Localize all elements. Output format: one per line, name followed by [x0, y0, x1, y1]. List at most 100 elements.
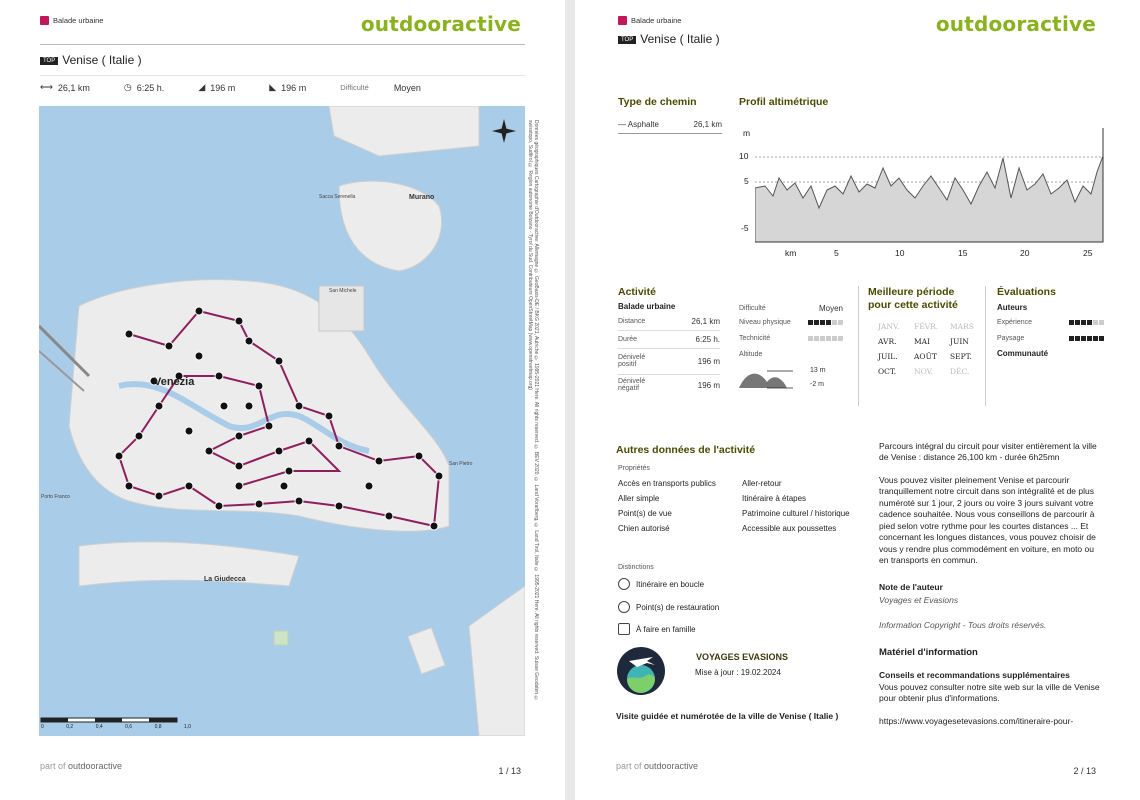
property-item: Accès en transports publics [618, 479, 716, 488]
page-title: TOP Venise ( Italie ) [40, 53, 142, 67]
rating-dot [832, 320, 837, 325]
altitude-max: 13 m [810, 367, 826, 374]
top-badge: TOP [40, 56, 59, 65]
organisation-name: VOYAGES EVASIONS [696, 652, 789, 662]
materiel-title: Matériel d'information [879, 647, 978, 658]
feature-restaurant: Point(s) de restauration [618, 601, 719, 613]
website-link[interactable]: https://www.voyagesetevasions.com/itiner… [879, 716, 1104, 727]
category-label: Balade urbaine [618, 16, 681, 25]
descent-icon: ◣ [269, 82, 277, 92]
rating-dot [1081, 336, 1086, 341]
rating-dot [820, 320, 825, 325]
top-badge: TOP [618, 35, 637, 44]
activity-row-ascent: Dénivelé positif 196 m [618, 354, 720, 368]
path-type-label: — Asphalte [618, 120, 659, 129]
altitude-icon [739, 370, 793, 389]
vertical-divider [985, 286, 986, 406]
page-title: TOP Venise ( Italie ) [618, 32, 720, 46]
property-item: Aller-retour [742, 479, 782, 488]
header-divider [40, 44, 525, 45]
physical-level-dots [808, 320, 843, 325]
profile-x-tick-15: 15 [958, 248, 968, 258]
map-label-porto-franco: Porto Franco [41, 494, 70, 500]
experience-row: Expérience [997, 319, 1104, 326]
ascent-icon: ◢ [198, 82, 206, 92]
profile-y-tick-neg5: -5 [741, 223, 749, 233]
rating-dot [1087, 320, 1092, 325]
page-number: 1 / 13 [498, 766, 521, 776]
loop-icon [618, 578, 630, 590]
rating-dot [826, 320, 831, 325]
property-item: Chien autorisé [618, 524, 670, 533]
page-number: 2 / 13 [1073, 766, 1096, 776]
month-cell: JUIN [950, 337, 969, 346]
property-item: Point(s) de vue [618, 509, 672, 518]
rating-dot [1087, 336, 1092, 341]
activity-row-distance: Distance 26,1 km [618, 317, 720, 326]
rating-dot [808, 320, 813, 325]
row-divider [618, 374, 720, 375]
auteurs-label: Auteurs [997, 303, 1028, 312]
difficulty-row: Difficulté Moyen [739, 304, 843, 313]
vertical-divider [858, 286, 859, 406]
month-cell: SEPT. [950, 352, 972, 361]
note-title: Note de l'auteur [879, 582, 943, 592]
distinctions-label: Distinctions [618, 564, 654, 571]
profil-title: Profil altimétrique [739, 96, 829, 108]
month-cell: DÉC. [950, 367, 970, 376]
property-item: Accessible aux poussettes [742, 524, 837, 533]
route-title: Visite guidée et numérotée de la ville d… [616, 711, 839, 721]
rating-dot [808, 336, 813, 341]
month-cell: JANV. [878, 322, 900, 331]
note-author: Voyages et Evasions [879, 595, 959, 605]
footer-brand: part of outdooractive [40, 761, 123, 771]
page-2: Balade urbaine outdooractive TOP Venise (… [575, 0, 1140, 800]
month-cell: OCT. [878, 367, 897, 376]
rating-dot [1069, 336, 1074, 341]
meilleure-periode-title: Meilleure période pour cette activité [868, 286, 958, 311]
property-item: Itinéraire à étapes [742, 494, 807, 503]
profile-x-tick-10: 10 [895, 248, 905, 258]
best-months-grid: JANV. FÉVR. MARS AVR. MAI JUIN JUIL. AOÛT SEPT. O… [878, 322, 986, 376]
rating-dot [838, 320, 843, 325]
rating-dot [814, 336, 819, 341]
rating-dot [1075, 336, 1080, 341]
city-walk-icon [618, 16, 627, 25]
profile-y-unit: m [743, 128, 751, 138]
footer-brand: part of outdooractive [616, 761, 699, 771]
altitude-label: Altitude [739, 351, 763, 358]
profile-y-tick-5: 5 [744, 176, 749, 186]
property-item: Patrimoine culturel / historique [742, 509, 850, 518]
month-cell: MAI [914, 337, 931, 346]
profile-x-tick-5: 5 [834, 248, 839, 258]
path-type-divider [618, 133, 722, 134]
path-type-row: — Asphalte 26,1 km [618, 120, 722, 129]
clock-icon: ◷ [123, 82, 132, 92]
proprietes-label: Propriétés [618, 465, 650, 472]
map-label-giudecca: La Giudecca [204, 576, 246, 583]
row-divider [618, 330, 720, 331]
activity-row-duree: Durée 6:25 h. [618, 335, 720, 344]
stat-ascent: ◢ 196 m [198, 82, 236, 93]
rating-dot [1099, 320, 1104, 325]
brand-logo: outdooractive [360, 12, 521, 36]
rating-dot [832, 336, 837, 341]
month-cell: AOÛT [914, 352, 937, 361]
stat-difficulty: Difficulté Moyen [340, 82, 421, 93]
row-divider [618, 348, 720, 349]
profile-x-tick-25: 25 [1083, 248, 1093, 258]
month-cell: MARS [950, 322, 974, 331]
rating-dot [1099, 336, 1104, 341]
category-label: Balade urbaine [40, 16, 103, 25]
organisation-logo [617, 647, 665, 695]
physical-level-row: Niveau physique [739, 319, 843, 326]
map-label-san-michele: San Michele [329, 288, 357, 294]
stat-duration: ◷ 6:25 h. [123, 82, 165, 93]
feature-family: À faire en famille [618, 623, 696, 635]
profile-x-unit: km [785, 248, 797, 258]
map-label-venezia: Venezia [154, 376, 195, 388]
profile-x-tick-20: 20 [1020, 248, 1030, 258]
route-map[interactable]: Venezia Murano La Giudecca San Michele S… [39, 106, 525, 736]
property-item: Aller simple [618, 494, 660, 503]
month-cell: FÉVR. [914, 322, 939, 331]
